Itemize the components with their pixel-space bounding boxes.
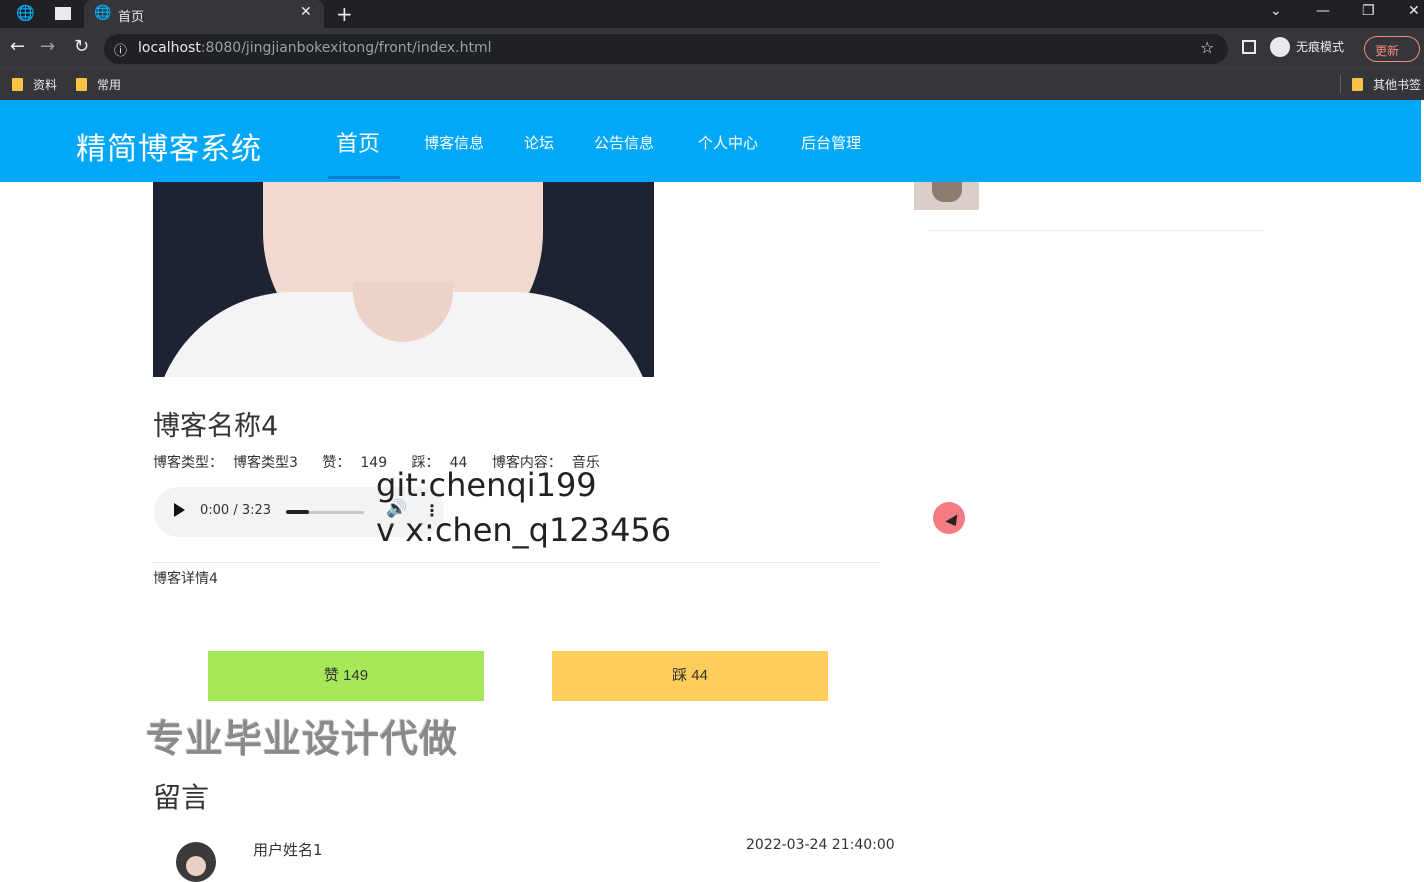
promo-overlay: 专业毕业设计代做: [146, 717, 459, 761]
thumbnail-detail: [932, 182, 962, 202]
side-panel-icon[interactable]: [1242, 40, 1256, 54]
folder-icon: [1352, 78, 1363, 91]
info-icon[interactable]: ⓘ: [114, 40, 127, 59]
back-icon[interactable]: ←: [10, 36, 25, 57]
globe-icon[interactable]: 🌐: [16, 4, 35, 22]
incognito-indicator[interactable]: 无痕模式: [1270, 37, 1344, 57]
bookmark-folder-ziliao[interactable]: 资料: [12, 76, 57, 93]
tab-title: 首页: [118, 10, 145, 25]
nav-blog-info[interactable]: 博客信息: [424, 132, 484, 153]
audio-time: 0:00 / 3:23: [200, 503, 272, 518]
blog-type: 博客类型： 博客类型3: [153, 455, 308, 471]
restore-button[interactable]: ❐: [1362, 3, 1375, 19]
like-button[interactable]: 赞 149: [208, 651, 484, 701]
play-icon[interactable]: [174, 503, 185, 517]
blog-detail: 博客详情4: [153, 571, 218, 587]
dislike-button[interactable]: 踩 44: [552, 651, 828, 701]
bookmark-folder-changyong[interactable]: 常用: [76, 76, 121, 93]
folder-icon: [12, 78, 23, 91]
favicon-icon: 🌐: [94, 5, 112, 21]
forward-icon[interactable]: →: [40, 36, 55, 57]
site-header: 精简博客系统 首页 博客信息 论坛 公告信息 个人中心 后台管理: [0, 100, 1421, 182]
bookmark-label: 其他书签: [1373, 78, 1422, 92]
sidebar-divider: [926, 230, 1264, 231]
bookmarks-bar: 资料 常用 其他书签: [0, 68, 1424, 100]
nav-personal-center[interactable]: 个人中心: [698, 132, 758, 153]
type-label: 博客类型：: [153, 455, 223, 471]
bookmark-star-icon[interactable]: ☆: [1200, 38, 1214, 57]
browser-tab-bar: 🌐 🌐 首页 ✕ + ⌄ — ❐ ✕: [0, 0, 1424, 28]
blog-image: [153, 182, 654, 377]
type-value: 博客类型3: [233, 455, 298, 471]
watermark-wx: v x:chen_q123456: [376, 511, 672, 549]
site-logo[interactable]: 精简博客系统: [76, 124, 262, 168]
address-bar[interactable]: ⓘ localhost:8080/jingjianbokexitong/fron…: [104, 34, 1228, 64]
incognito-icon: [1270, 37, 1290, 57]
tab-search-icon[interactable]: [55, 7, 71, 20]
avatar: [176, 842, 216, 882]
update-button[interactable]: 更新: [1364, 36, 1420, 62]
folder-icon: [76, 78, 87, 91]
browser-toolbar: ← → ↻ ⓘ localhost:8080/jingjianbokexiton…: [0, 28, 1424, 68]
comment-username: 用户姓名1: [253, 841, 323, 859]
watermark-git: git:chenqi199: [376, 466, 597, 504]
bookmark-folder-other[interactable]: 其他书签: [1352, 76, 1421, 93]
avatar-face: [186, 856, 206, 876]
new-tab-button[interactable]: +: [336, 2, 353, 26]
minimize-button[interactable]: —: [1316, 3, 1330, 19]
url-path: :8080/jingjianbokexitong/front/index.htm…: [200, 40, 492, 56]
reload-icon[interactable]: ↻: [74, 36, 89, 57]
nav-admin[interactable]: 后台管理: [801, 132, 861, 153]
comments-title: 留言: [153, 781, 210, 814]
close-tab-icon[interactable]: ✕: [300, 4, 312, 20]
bookmark-divider: [1340, 75, 1341, 93]
audio-seek-progress: [286, 510, 309, 514]
url-text: localhost:8080/jingjianbokexitong/front/…: [138, 40, 491, 56]
browser-tab[interactable]: 🌐 首页 ✕: [84, 0, 324, 28]
nav-announcements[interactable]: 公告信息: [594, 132, 654, 153]
incognito-label: 无痕模式: [1296, 40, 1345, 54]
sidebar-thumbnail[interactable]: [914, 182, 979, 210]
close-window-button[interactable]: ✕: [1408, 3, 1420, 19]
nav-home[interactable]: 首页: [336, 126, 380, 158]
nav-forum[interactable]: 论坛: [524, 132, 554, 153]
content-divider: [153, 562, 880, 563]
like-label: 赞：: [322, 455, 351, 471]
url-host: localhost: [138, 40, 201, 56]
comment-timestamp: 2022-03-24 21:40:00: [746, 837, 895, 853]
blog-title: 博客名称4: [153, 411, 279, 442]
bookmark-label: 资料: [33, 78, 58, 92]
nav-active-indicator: [328, 176, 400, 179]
tab-list-icon[interactable]: ⌄: [1270, 3, 1282, 19]
bookmark-label: 常用: [97, 78, 122, 92]
